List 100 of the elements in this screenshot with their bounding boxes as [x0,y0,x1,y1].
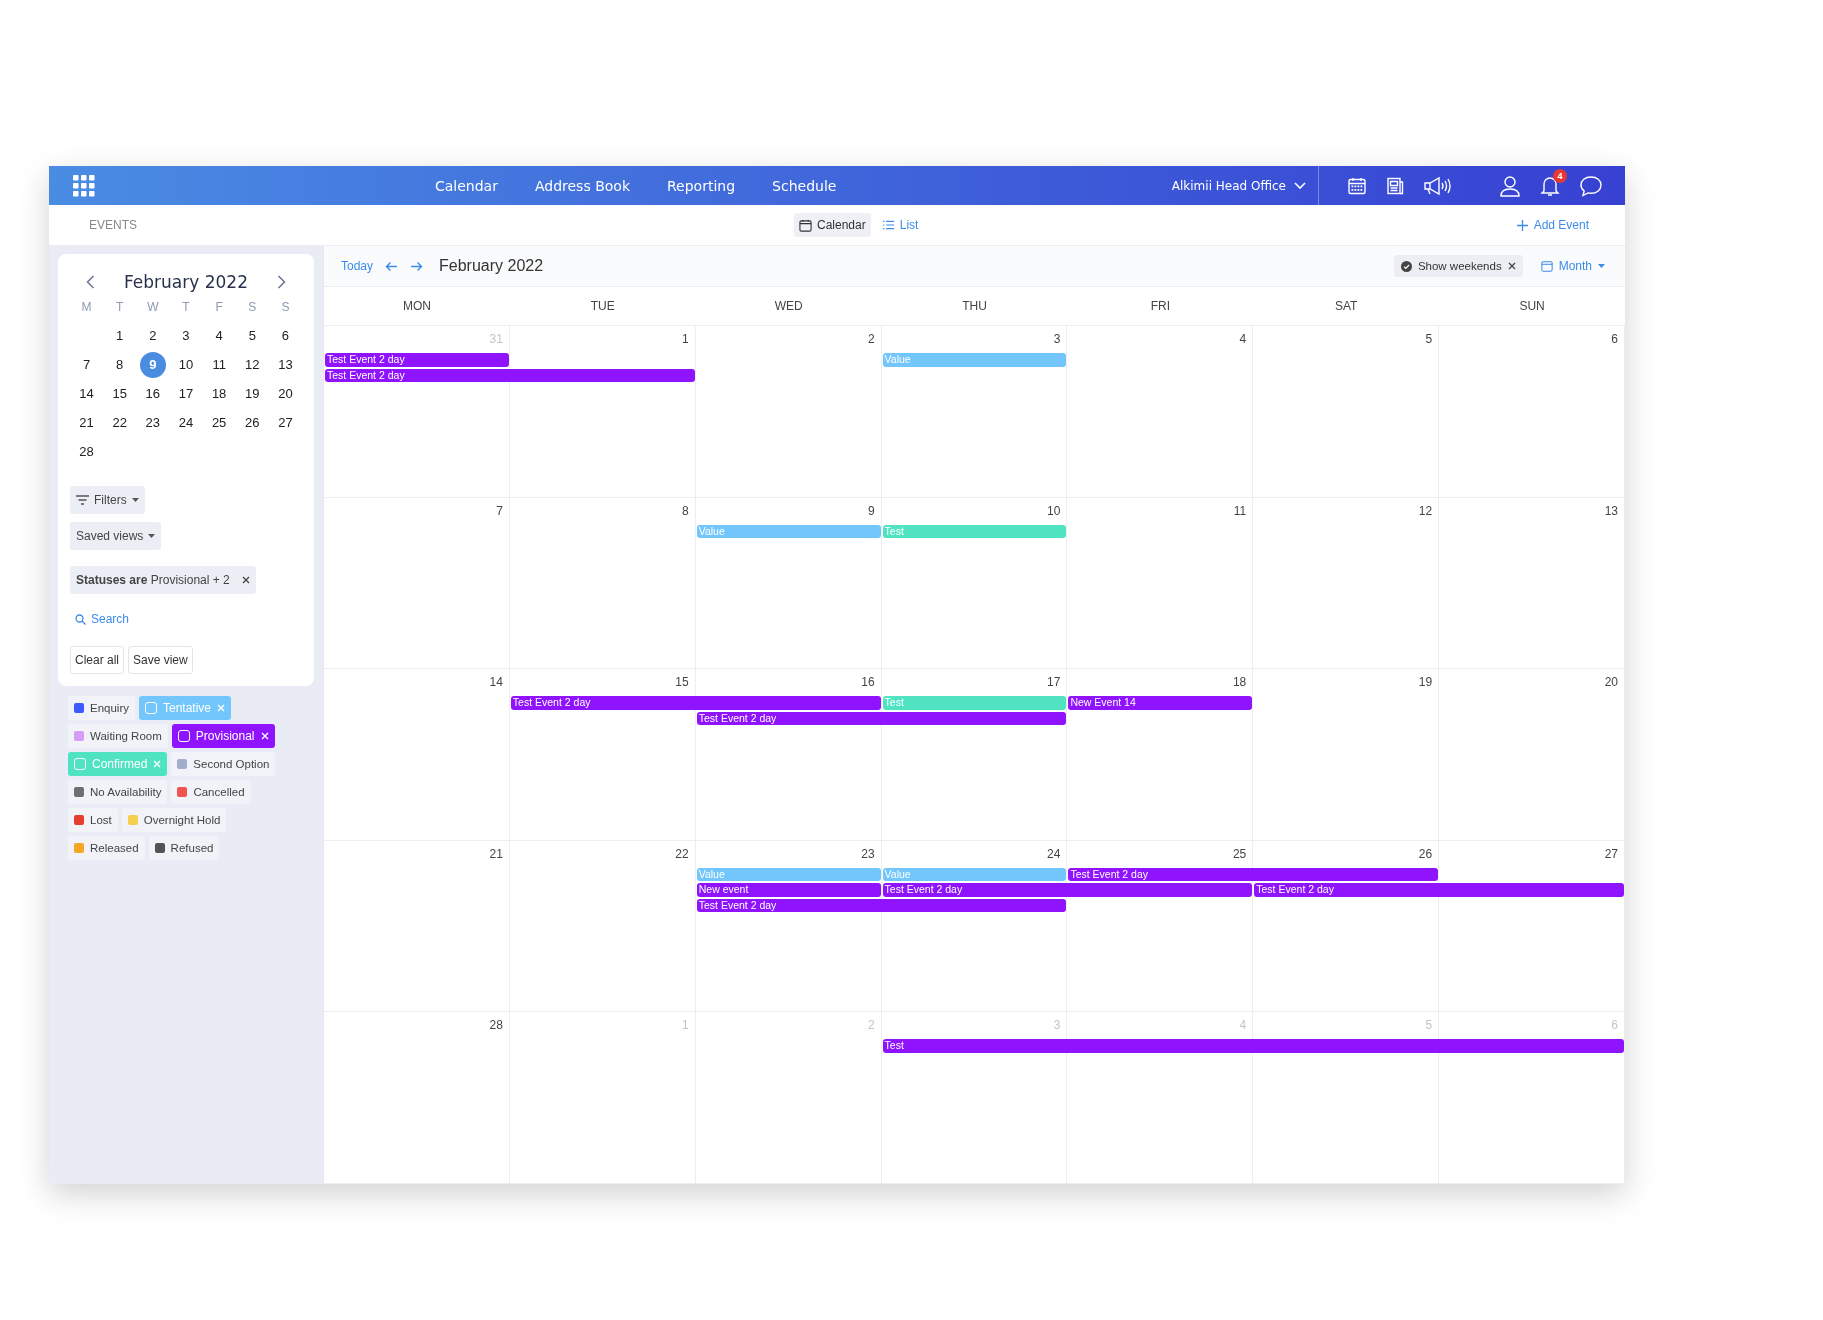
status-tag[interactable]: Waiting Room [68,724,168,748]
app-grid-icon[interactable] [73,174,95,197]
day-number: 1 [682,1018,690,1033]
date-cell[interactable]: 11 [206,351,233,378]
event-bar[interactable]: New event [696,883,881,897]
date-cell[interactable]: 21 [73,409,100,436]
event-bar[interactable]: New Event 14 [1068,696,1253,710]
date-cell[interactable]: 1 [106,322,133,349]
date-cell[interactable]: 19 [239,380,266,407]
arrow-right-icon[interactable] [410,260,424,272]
nav-link[interactable]: Address Book [534,177,630,194]
date-cell[interactable]: 18 [206,380,233,407]
status-tag[interactable]: No Availability [68,780,168,804]
nav-link[interactable]: Calendar [435,177,498,194]
date-cell[interactable]: 3 [173,322,199,349]
chevron-right-icon[interactable] [277,275,286,289]
status-tag[interactable]: Second Option [171,752,276,776]
megaphone-icon[interactable] [1423,175,1453,196]
status-label: Waiting Room [90,730,162,742]
nav-link[interactable]: Reporting [667,177,736,194]
view-tab[interactable]: List [876,213,924,237]
event-bar[interactable]: Test Event 2 day [882,883,1253,897]
close-icon[interactable] [241,576,250,584]
section-title: EVENTS [89,218,137,232]
calendar-title: February 2022 [439,257,544,275]
date-cell[interactable]: 7 [73,351,100,378]
weekday-label: F [215,299,223,314]
date-cell[interactable]: 20 [272,380,299,407]
plus-icon [1516,219,1528,231]
view-dropdown[interactable]: Month [1534,258,1611,274]
event-bar[interactable]: Test Event 2 day [696,898,1067,913]
month-title: February 2022 [124,272,248,292]
checkbox-icon [145,702,157,714]
chevron-left-icon[interactable] [86,275,95,289]
date-cell[interactable]: 28 [73,438,100,465]
view-tab[interactable]: Calendar [794,213,871,237]
date-cell[interactable]: 12 [239,351,266,378]
status-label: Overnight Hold [143,814,221,826]
status-tag[interactable]: Released [68,836,145,860]
date-cell[interactable]: 2 [139,322,166,349]
user-icon[interactable] [1499,174,1521,197]
day-number: 20 [1604,675,1619,690]
date-cell[interactable]: 15 [106,380,133,407]
day-number: 26 [1418,846,1434,861]
clear-all-button[interactable]: Clear all [70,646,124,674]
day-number: 7 [496,503,504,518]
weekday-header: TUE [589,299,616,313]
event-bar[interactable]: Test Event 2 day [696,711,1067,726]
saved-views-dropdown[interactable]: Saved views [70,522,162,550]
office-dropdown[interactable]: Alkimii Head Office [1171,166,1319,205]
list-icon [881,219,895,231]
filters-dropdown[interactable]: Filters [70,486,145,514]
day-number: 18 [1232,675,1248,690]
caret-down-icon [131,498,139,502]
event-bar[interactable]: Test [882,1039,1624,1053]
event-bar[interactable]: Test Event 2 day [510,696,881,710]
status-tag[interactable]: Cancelled [171,780,251,804]
calendar-icon[interactable] [1347,175,1367,196]
filter-chip[interactable]: Statuses are Provisional + 2 [70,566,256,594]
date-cell[interactable]: 6 [272,322,299,349]
day-number: 3 [1053,1018,1062,1033]
show-weekends-toggle[interactable]: Show weekends [1393,255,1523,277]
date-cell[interactable]: 16 [139,380,166,407]
date-cell[interactable]: 22 [106,409,133,436]
status-tag[interactable]: Enquiry [68,696,135,720]
date-cell[interactable]: 24 [173,409,199,436]
status-tag[interactable]: Lost [68,808,118,832]
newspaper-icon[interactable] [1385,175,1405,196]
day-number: 2 [867,332,876,346]
save-view-button[interactable]: Save view [128,646,193,674]
event-bar[interactable]: Test Event 2 day [1254,883,1624,897]
status-label: No Availability [90,786,162,798]
arrow-left-icon[interactable] [385,260,399,272]
day-number: 5 [1425,1018,1434,1033]
calendar-icon [799,218,812,232]
date-cell[interactable]: 26 [239,409,266,436]
date-cell[interactable]: 27 [272,409,299,436]
today-link[interactable]: Today [341,259,374,273]
search-link[interactable]: Search [70,602,135,636]
status-tag[interactable]: Refused [148,836,220,860]
date-cell[interactable]: 25 [206,409,233,436]
date-cell[interactable]: 23 [139,409,166,436]
date-cell[interactable]: 14 [73,380,100,407]
bell-icon[interactable] [1539,174,1561,197]
date-cell[interactable]: 17 [173,380,199,407]
event-bar[interactable]: Test Event 2 day [325,368,695,382]
date-cell[interactable]: 8 [106,351,133,378]
date-cell[interactable]: 13 [272,351,299,378]
event-bar[interactable]: Test Event 2 day [1068,867,1439,882]
nav-link[interactable]: Schedule [772,177,837,194]
add-event-button[interactable]: Add Event [1510,217,1595,233]
date-cell[interactable]: 10 [173,351,199,378]
event-bar[interactable]: Test Event 2 day [325,353,509,367]
weekday-label: T [116,299,124,314]
date-cell[interactable]: 4 [206,322,233,349]
chat-bubble-icon[interactable] [1579,174,1603,197]
chevron-down-icon [1294,181,1306,190]
date-cell[interactable]: 5 [239,322,266,349]
status-tag[interactable]: Provisional [171,724,275,748]
status-tag[interactable]: Overnight Hold [121,808,227,832]
